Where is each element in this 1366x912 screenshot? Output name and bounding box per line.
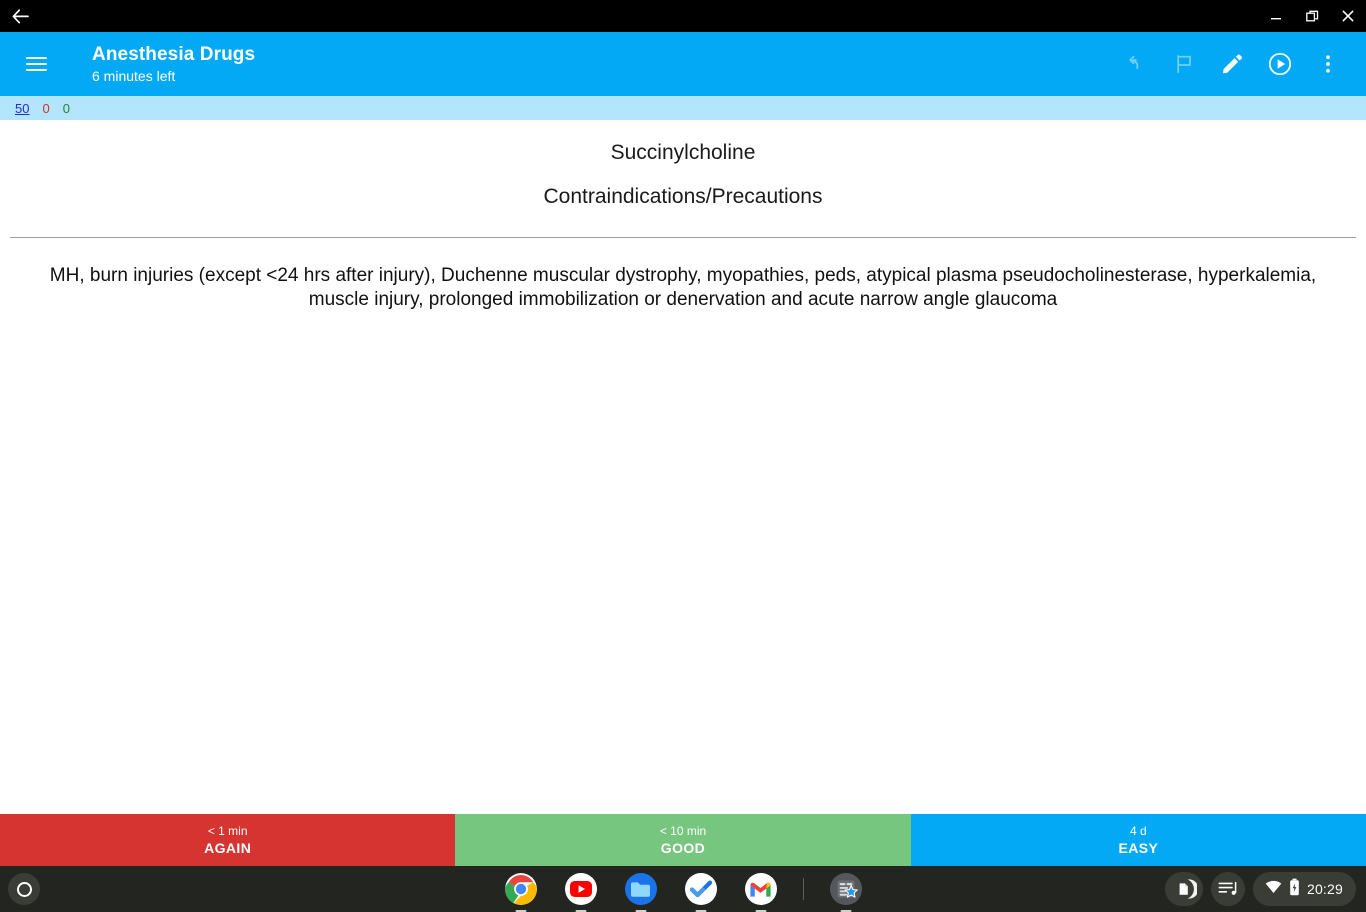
- document-icon[interactable]: [1164, 872, 1203, 906]
- easy-button[interactable]: 4 d EASY: [910, 814, 1366, 866]
- files-icon[interactable]: [623, 871, 659, 912]
- page-title: Anesthesia Drugs: [92, 44, 256, 65]
- easy-interval: 4 d: [1129, 823, 1147, 838]
- hamburger-bar-3: [25, 69, 47, 71]
- hamburger-menu-icon[interactable]: [12, 40, 60, 88]
- card-subject-text: Contraindications/Precautions: [543, 185, 823, 208]
- music-playlist-icon[interactable]: [1210, 872, 1245, 906]
- tasks-glyph: [684, 873, 717, 905]
- wifi-icon: [1265, 880, 1282, 899]
- chrome-icon[interactable]: [503, 871, 539, 912]
- launcher-ring: [16, 881, 32, 897]
- card-question-text: Succinylcholine: [610, 141, 756, 164]
- files-glyph: [624, 873, 657, 905]
- youtube-icon[interactable]: [563, 871, 599, 912]
- answer-buttons-bar: < 1 min AGAIN < 10 min GOOD 4 d EASY: [0, 814, 1366, 866]
- hamburger-bar-2: [25, 63, 47, 65]
- good-button[interactable]: < 10 min GOOD: [455, 814, 911, 866]
- close-button[interactable]: [1330, 0, 1366, 32]
- youtube-glyph: [564, 873, 597, 905]
- launcher-circle-icon[interactable]: [8, 873, 40, 905]
- good-label: GOOD: [660, 839, 706, 856]
- ankidroid-icon[interactable]: [828, 871, 864, 912]
- app-bar: Anesthesia Drugs 6 minutes left: [0, 32, 1366, 96]
- pencil-icon[interactable]: [1208, 40, 1256, 88]
- count-review[interactable]: 0: [63, 101, 70, 116]
- tasks-icon[interactable]: [683, 871, 719, 912]
- chrome-glyph: [504, 873, 537, 905]
- restore-button[interactable]: [1294, 0, 1330, 32]
- taskbar: 20:29: [0, 866, 1366, 912]
- hamburger-bar-1: [25, 57, 47, 59]
- window-controls: [1258, 0, 1366, 32]
- card-counts-strip: 50 0 0: [0, 96, 1366, 120]
- undo-icon[interactable]: [1112, 40, 1160, 88]
- back-arrow-icon[interactable]: [4, 0, 36, 32]
- battery-icon: [1289, 878, 1300, 901]
- more-vertical-icon[interactable]: [1304, 40, 1352, 88]
- again-interval: < 1 min: [207, 823, 248, 838]
- again-button[interactable]: < 1 min AGAIN: [0, 814, 456, 866]
- again-label: AGAIN: [204, 839, 252, 856]
- good-interval: < 10 min: [659, 823, 707, 838]
- window-titlebar: [0, 0, 1366, 32]
- count-learning[interactable]: 0: [42, 101, 49, 116]
- minimize-button[interactable]: [1258, 0, 1294, 32]
- card-answer-text: MH, burn injuries (except <24 hrs after …: [49, 265, 1317, 310]
- answer-divider: [10, 237, 1356, 238]
- play-circle-icon[interactable]: [1256, 40, 1304, 88]
- app-title-block: Anesthesia Drugs 6 minutes left: [92, 43, 255, 85]
- ankidroid-glyph: [829, 873, 862, 905]
- question-block: Succinylcholine Contraindications/Precau…: [0, 120, 1366, 211]
- flag-icon[interactable]: [1160, 40, 1208, 88]
- easy-label: EASY: [1118, 839, 1159, 856]
- count-new[interactable]: 50: [15, 101, 29, 116]
- app-bar-actions: [1112, 40, 1366, 88]
- flashcard-area[interactable]: Succinylcholine Contraindications/Precau…: [0, 120, 1366, 814]
- status-tray[interactable]: 20:29: [1252, 872, 1356, 906]
- taskbar-separator: [802, 878, 804, 900]
- gmail-icon[interactable]: [743, 871, 779, 912]
- study-time-remaining: 6 minutes left: [92, 68, 176, 84]
- system-tray: 20:29: [1164, 872, 1366, 906]
- taskbar-app-list: [0, 871, 1366, 912]
- gmail-glyph: [744, 873, 777, 905]
- clock-label: 20:29: [1306, 881, 1343, 897]
